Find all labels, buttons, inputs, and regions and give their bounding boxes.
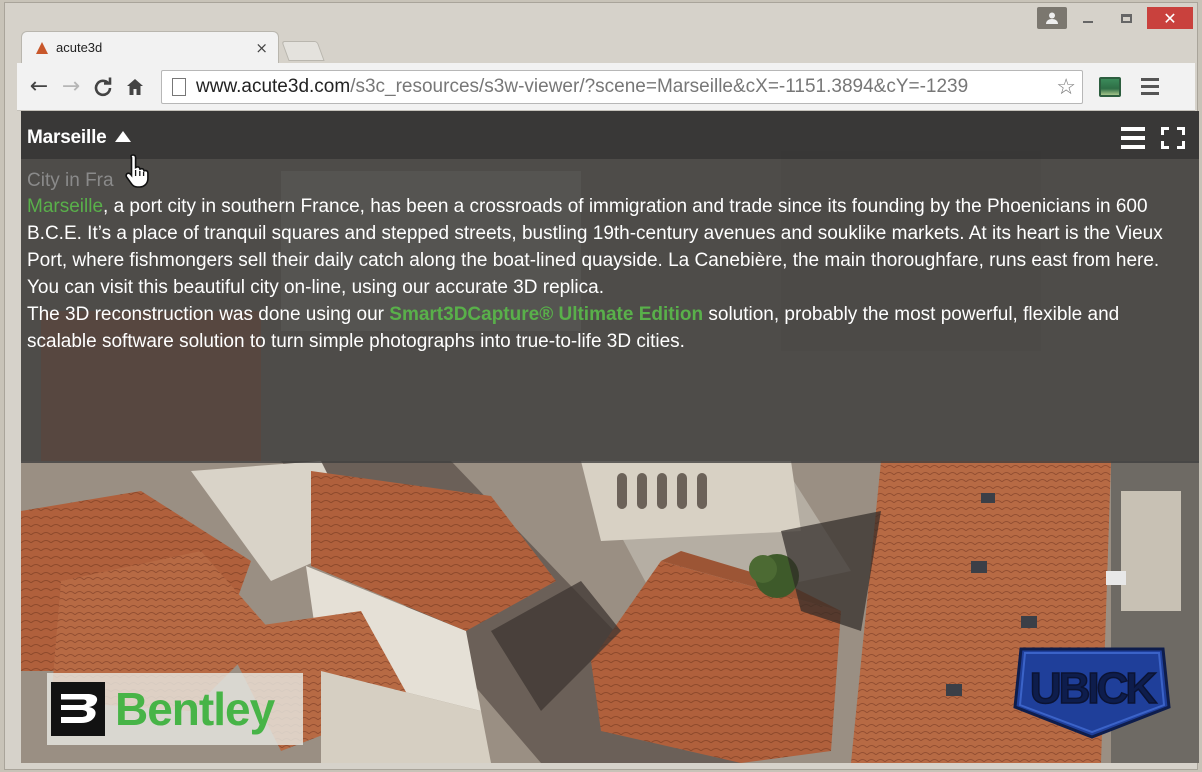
url-host: www.acute3d.com [196, 75, 351, 97]
bookmark-star-icon[interactable]: ☆ [1050, 74, 1076, 100]
paragraph-1-text: , a port city in southern France, has be… [27, 196, 1163, 271]
viewer-menu-icon[interactable] [1121, 127, 1145, 149]
address-bar[interactable]: www.acute3d.com/s3c_resources/s3w-viewer… [161, 69, 1083, 104]
collapse-triangle-icon [114, 131, 131, 142]
user-profile-icon[interactable] [1037, 7, 1067, 29]
description-paragraph-3: The 3D reconstruction was done using our… [27, 301, 1185, 355]
forward-button[interactable]: → [55, 71, 87, 103]
tab-title: acute3d [56, 40, 103, 55]
bentley-b-icon [51, 682, 105, 736]
paragraph-3-start: The 3D reconstruction was done using our [27, 304, 390, 325]
ubick-logo: UBICK [1013, 647, 1171, 739]
bentley-logo: Bentley [47, 673, 303, 745]
ubick-wordmark: UBICK [1030, 664, 1158, 713]
3d-viewer[interactable]: Marseille City in Fra Marseille, a port … [21, 111, 1199, 763]
maximize-button[interactable] [1109, 7, 1143, 29]
extension-icon[interactable] [1099, 76, 1121, 97]
tab-acute3d[interactable]: acute3d × [21, 31, 279, 63]
fullscreen-icon[interactable] [1161, 127, 1185, 149]
home-button[interactable] [119, 71, 151, 103]
url-path: /s3c_resources/s3w-viewer/?scene=Marseil… [350, 75, 969, 97]
minimize-button[interactable] [1071, 7, 1105, 29]
description-heading: City in Fra [27, 170, 114, 191]
description-paragraph-1: Marseille, a port city in southern Franc… [27, 193, 1185, 274]
tab-close-icon[interactable]: × [255, 39, 268, 57]
marseille-link[interactable]: Marseille [27, 196, 103, 217]
new-tab-button[interactable] [281, 41, 325, 61]
browser-toolbar: ← → www.acute3d.com/s3c_resources/s3w-vi… [17, 63, 1195, 111]
browser-menu-icon[interactable] [1141, 78, 1159, 95]
scene-description-panel: City in Fra Marseille, a port city in so… [21, 159, 1199, 463]
scene-name: Marseille [27, 127, 107, 148]
browser-window: ✕ acute3d × ← → www.acute3d.com/s3c_reso… [4, 2, 1199, 770]
acute3d-favicon-icon [36, 41, 48, 54]
description-paragraph-2: You can visit this beautiful city on-lin… [27, 277, 604, 298]
viewer-top-bar: Marseille [21, 111, 1199, 159]
close-window-button[interactable]: ✕ [1147, 7, 1193, 29]
page-icon [172, 77, 186, 96]
smart3dcapture-link[interactable]: Smart3DCapture® Ultimate Edition [389, 304, 703, 325]
scene-selector[interactable]: Marseille [27, 127, 131, 149]
tab-strip: acute3d × [21, 31, 325, 63]
reload-button[interactable] [87, 71, 119, 103]
bentley-wordmark: Bentley [115, 683, 275, 735]
hand-pointer-cursor-icon [125, 154, 149, 188]
back-button[interactable]: ← [23, 71, 55, 103]
window-controls: ✕ [1037, 7, 1193, 29]
